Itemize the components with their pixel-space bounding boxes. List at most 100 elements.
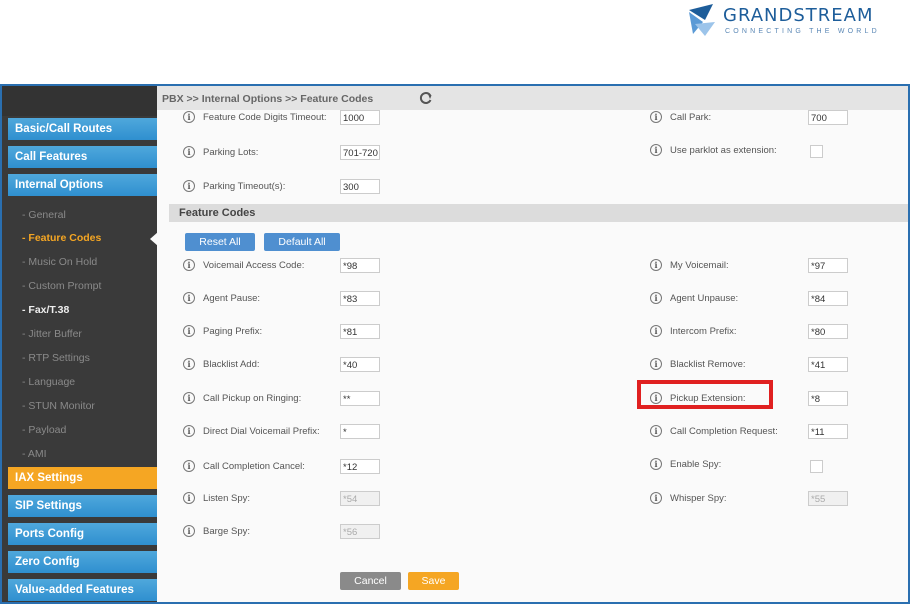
whisper-spy-label: Whisper Spy: bbox=[670, 493, 727, 504]
logo-tagline: CONNECTING THE WORLD bbox=[725, 28, 880, 35]
my-voicemail-input[interactable]: *97 bbox=[808, 258, 848, 273]
completion-request-input[interactable]: *11 bbox=[808, 424, 848, 439]
submenu-label: Music On Hold bbox=[28, 256, 98, 268]
submenu-label: AMI bbox=[27, 448, 47, 460]
paging-prefix-label: Paging Prefix: bbox=[203, 326, 263, 337]
pickup-extension-input[interactable]: *8 bbox=[808, 391, 848, 406]
submenu-label: STUN Monitor bbox=[28, 400, 95, 412]
submenu-feature-codes[interactable]: - Feature Codes bbox=[22, 232, 101, 244]
menu-basic-call-routes[interactable]: Basic/Call Routes bbox=[8, 118, 157, 140]
grandstream-logo: GRANDSTREAM CONNECTING THE WORLD bbox=[683, 2, 905, 40]
completion-cancel-label: Call Completion Cancel: bbox=[203, 461, 305, 472]
pickup-extension-highlight bbox=[637, 380, 773, 409]
submenu-music-on-hold[interactable]: - Music On Hold bbox=[22, 256, 97, 268]
info-icon[interactable]: i bbox=[183, 425, 195, 437]
info-icon[interactable]: i bbox=[183, 325, 195, 337]
info-icon[interactable]: i bbox=[650, 492, 662, 504]
menu-zero-config[interactable]: Zero Config bbox=[8, 551, 157, 573]
voicemail-access-input[interactable]: *98 bbox=[340, 258, 380, 273]
whisper-spy-input[interactable]: *55 bbox=[808, 491, 848, 506]
submenu-label: General bbox=[28, 209, 66, 221]
agent-unpause-input[interactable]: *84 bbox=[808, 291, 848, 306]
submenu-fax-t38[interactable]: - Fax/T.38 bbox=[22, 304, 69, 316]
blacklist-add-label: Blacklist Add: bbox=[203, 359, 260, 370]
submenu-rtp-settings[interactable]: - RTP Settings bbox=[22, 352, 90, 364]
info-icon[interactable]: i bbox=[183, 146, 195, 158]
barge-spy-label: Barge Spy: bbox=[203, 526, 250, 537]
digits-timeout-input[interactable]: 1000 bbox=[340, 110, 380, 125]
info-icon[interactable]: i bbox=[650, 292, 662, 304]
call-park-label: Call Park: bbox=[670, 112, 712, 123]
info-icon[interactable]: i bbox=[183, 460, 195, 472]
submenu-label: Custom Prompt bbox=[28, 280, 102, 292]
submenu-custom-prompt[interactable]: - Custom Prompt bbox=[22, 280, 101, 292]
intercom-prefix-input[interactable]: *80 bbox=[808, 324, 848, 339]
menu-call-features[interactable]: Call Features bbox=[8, 146, 157, 168]
info-icon[interactable]: i bbox=[650, 358, 662, 370]
section-title: Feature Codes bbox=[179, 207, 256, 219]
menu-value-added-features[interactable]: Value-added Features bbox=[8, 579, 157, 601]
refresh-icon[interactable] bbox=[419, 91, 433, 105]
parking-timeout-input[interactable]: 300 bbox=[340, 179, 380, 194]
info-icon[interactable]: i bbox=[183, 259, 195, 271]
agent-pause-input[interactable]: *83 bbox=[340, 291, 380, 306]
info-icon[interactable]: i bbox=[650, 425, 662, 437]
info-icon[interactable]: i bbox=[183, 392, 195, 404]
agent-pause-label: Agent Pause: bbox=[203, 293, 261, 304]
blacklist-remove-input[interactable]: *41 bbox=[808, 357, 848, 372]
submenu-label: Payload bbox=[28, 424, 67, 436]
sidebar-header bbox=[2, 86, 157, 116]
pickup-ringing-label: Call Pickup on Ringing: bbox=[203, 393, 302, 404]
use-parklot-checkbox[interactable] bbox=[810, 145, 823, 158]
submenu-payload[interactable]: - Payload bbox=[22, 424, 66, 436]
submenu-stun-monitor[interactable]: - STUN Monitor bbox=[22, 400, 95, 412]
menu-internal-options[interactable]: Internal Options bbox=[8, 174, 157, 196]
info-icon[interactable]: i bbox=[650, 144, 662, 156]
listen-spy-input[interactable]: *54 bbox=[340, 491, 380, 506]
digits-timeout-label: Feature Code Digits Timeout: bbox=[203, 112, 327, 123]
direct-dial-input[interactable]: * bbox=[340, 424, 380, 439]
info-icon[interactable]: i bbox=[183, 292, 195, 304]
submenu-jitter-buffer[interactable]: - Jitter Buffer bbox=[22, 328, 82, 340]
completion-cancel-input[interactable]: *12 bbox=[340, 459, 380, 474]
info-icon[interactable]: i bbox=[650, 259, 662, 271]
info-icon[interactable]: i bbox=[183, 111, 195, 123]
app-window: Basic/Call Routes Call Features Internal… bbox=[0, 84, 910, 604]
reset-all-button[interactable]: Reset All bbox=[185, 233, 255, 251]
grandstream-logo-icon bbox=[689, 4, 715, 36]
enable-spy-label: Enable Spy: bbox=[670, 459, 722, 470]
paging-prefix-input[interactable]: *81 bbox=[340, 324, 380, 339]
my-voicemail-label: My Voicemail: bbox=[670, 260, 729, 271]
info-icon[interactable]: i bbox=[650, 325, 662, 337]
info-icon[interactable]: i bbox=[183, 492, 195, 504]
blacklist-remove-label: Blacklist Remove: bbox=[670, 359, 746, 370]
parking-timeout-label: Parking Timeout(s): bbox=[203, 181, 286, 192]
enable-spy-checkbox[interactable] bbox=[810, 460, 823, 473]
submenu-general[interactable]: - General bbox=[22, 209, 66, 221]
agent-unpause-label: Agent Unpause: bbox=[670, 293, 739, 304]
call-park-input[interactable]: 700 bbox=[808, 110, 848, 125]
info-icon[interactable]: i bbox=[650, 111, 662, 123]
logo-name: GRANDSTREAM bbox=[723, 5, 874, 26]
menu-sip-settings[interactable]: SIP Settings bbox=[8, 495, 157, 517]
menu-ports-config[interactable]: Ports Config bbox=[8, 523, 157, 545]
listen-spy-label: Listen Spy: bbox=[203, 493, 250, 504]
blacklist-add-input[interactable]: *40 bbox=[340, 357, 380, 372]
info-icon[interactable]: i bbox=[183, 358, 195, 370]
submenu-label: RTP Settings bbox=[28, 352, 90, 364]
submenu-ami[interactable]: - AMI bbox=[22, 448, 47, 460]
info-icon[interactable]: i bbox=[650, 458, 662, 470]
cancel-button[interactable]: Cancel bbox=[340, 572, 401, 590]
info-icon[interactable]: i bbox=[183, 180, 195, 192]
menu-iax-settings[interactable]: IAX Settings bbox=[8, 467, 157, 489]
parking-lots-input[interactable]: 701-720 bbox=[340, 145, 380, 160]
feature-codes-section-header: Feature Codes bbox=[169, 204, 908, 222]
default-all-button[interactable]: Default All bbox=[264, 233, 340, 251]
barge-spy-input[interactable]: *56 bbox=[340, 524, 380, 539]
save-button[interactable]: Save bbox=[408, 572, 459, 590]
submenu-language[interactable]: - Language bbox=[22, 376, 75, 388]
info-icon[interactable]: i bbox=[183, 525, 195, 537]
parking-lots-label: Parking Lots: bbox=[203, 147, 259, 158]
submenu-label: Language bbox=[28, 376, 76, 388]
pickup-ringing-input[interactable]: ** bbox=[340, 391, 380, 406]
